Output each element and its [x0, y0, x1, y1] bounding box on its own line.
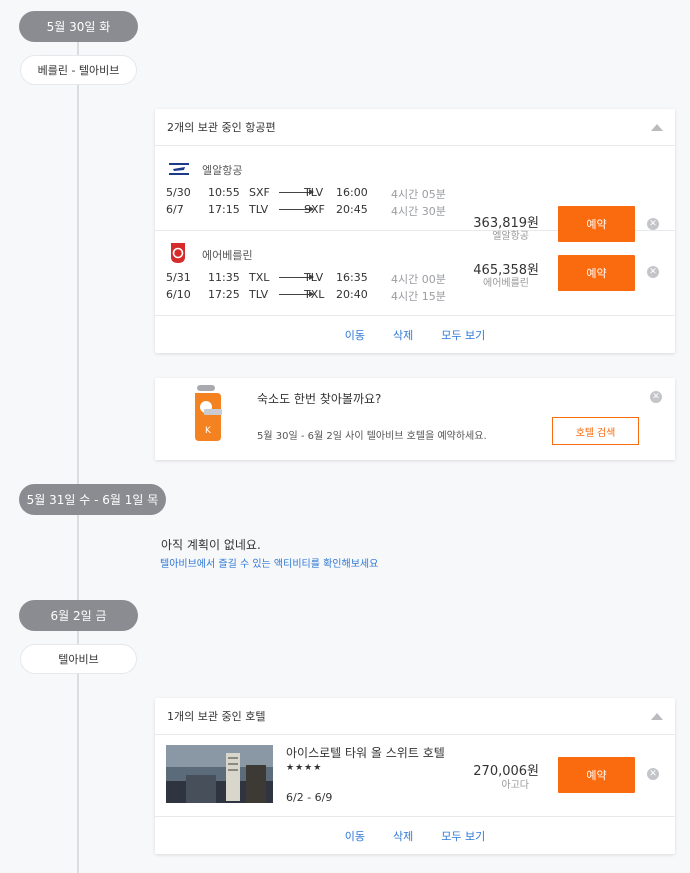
book-button[interactable]: 예약: [558, 255, 635, 291]
city-label: 텔아비브: [58, 653, 99, 666]
leg-arr-time: 16:00: [336, 186, 368, 199]
leg-date: 6/7: [166, 203, 184, 216]
airline-name: 에어베를린: [202, 249, 253, 262]
leg-date: 5/31: [166, 271, 191, 284]
saved-flights-header[interactable]: 2개의 보관 중인 항공편: [155, 109, 675, 146]
date-pill-jun2: 6월 2일 금: [19, 600, 138, 631]
date-label: 5월 31일 수 - 6월 1일 목: [26, 493, 159, 507]
leg-from: TLV: [249, 288, 269, 301]
city-pill: 텔아비브: [20, 644, 137, 674]
date-label: 5월 30일 화: [46, 20, 111, 34]
remove-close-icon[interactable]: ✕: [647, 218, 659, 230]
saved-flights-title: 2개의 보관 중인 항공편: [167, 121, 276, 134]
date-pill-may30: 5월 30일 화: [19, 11, 138, 42]
leg-dep-time: 17:25: [208, 288, 240, 301]
hotel-provider: 아고다: [501, 780, 529, 791]
hotel-search-button[interactable]: 호텔 검색: [552, 417, 639, 445]
flight-leg: 5/30 10:55 SXF TLV 16:00 4시간 05분: [166, 186, 456, 201]
leg-to: TLV: [304, 271, 324, 284]
flight-row: 엘알항공 5/30 10:55 SXF TLV 16:00 4시간 05분 6/…: [155, 146, 675, 242]
book-button[interactable]: 예약: [558, 757, 635, 793]
leg-to: TXL: [304, 288, 325, 301]
door-hanger-icon: K: [195, 385, 222, 441]
elal-logo-icon: [169, 163, 189, 175]
date-pill-may31: 5월 31일 수 - 6월 1일 목: [19, 484, 166, 515]
city-pill-route: 베를린 - 텔아비브: [20, 55, 137, 85]
promo-subtitle: 5월 30일 - 6월 2일 사이 텔아비브 호텔을 예약하세요.: [257, 431, 487, 442]
view-all-link[interactable]: 모두 보기: [441, 327, 485, 343]
hotel-dates: 6/2 - 6/9: [286, 791, 333, 804]
leg-arr-time: 20:45: [336, 203, 368, 216]
saved-flights-card: 2개의 보관 중인 항공편 엘알항공 5/30 10:55 SXF TLV 16…: [155, 109, 675, 353]
leg-duration: 4시간 00분: [391, 273, 446, 286]
leg-from: TLV: [249, 203, 269, 216]
timeline-line: [77, 40, 79, 873]
leg-duration: 4시간 15분: [391, 290, 446, 303]
hotel-row: 아이스로텔 타워 올 스위트 호텔 ★★★★ 6/2 - 6/9 270,006…: [155, 735, 675, 817]
flight-leg: 6/10 17:25 TLV TXL 20:40 4시간 15분: [166, 288, 456, 303]
airberlin-logo-icon: [171, 243, 185, 263]
flight-leg: 5/31 11:35 TXL TLV 16:35 4시간 00분: [166, 271, 456, 286]
card-actions: 이동 삭제 모두 보기: [155, 817, 675, 854]
dismiss-close-icon[interactable]: ✕: [650, 391, 662, 403]
move-link[interactable]: 이동: [345, 828, 365, 844]
hotel-name[interactable]: 아이스로텔 타워 올 스위트 호텔: [286, 744, 445, 761]
leg-from: SXF: [249, 186, 270, 199]
leg-date: 5/30: [166, 186, 191, 199]
flight-leg: 6/7 17:15 TLV SXF 20:45 4시간 30분: [166, 203, 456, 218]
date-label: 6월 2일 금: [50, 609, 107, 623]
leg-date: 6/10: [166, 288, 191, 301]
remove-close-icon[interactable]: ✕: [647, 768, 659, 780]
delete-link[interactable]: 삭제: [393, 327, 413, 343]
leg-duration: 4시간 05분: [391, 188, 446, 201]
saved-hotels-card: 1개의 보관 중인 호텔 아이스로텔 타워 올 스위트 호텔 ★★★★ 6/2 …: [155, 698, 675, 854]
leg-from: TXL: [249, 271, 270, 284]
card-actions: 이동 삭제 모두 보기: [155, 316, 675, 353]
airline-name: 엘알항공: [202, 164, 243, 177]
leg-duration: 4시간 30분: [391, 205, 446, 218]
delete-link[interactable]: 삭제: [393, 828, 413, 844]
collapse-caret-icon[interactable]: [651, 123, 663, 131]
saved-hotels-header[interactable]: 1개의 보관 중인 호텔: [155, 698, 675, 735]
promo-title: 숙소도 한번 찾아볼까요?: [257, 392, 382, 406]
move-link[interactable]: 이동: [345, 327, 365, 343]
leg-to: SXF: [304, 203, 325, 216]
leg-to: TLV: [304, 186, 324, 199]
leg-dep-time: 10:55: [208, 186, 240, 199]
hotel-promo-card: K 숙소도 한번 찾아볼까요? 5월 30일 - 6월 2일 사이 텔아비브 호…: [155, 378, 675, 460]
hotel-photo[interactable]: [166, 745, 273, 803]
flight-row: 에어베를린 5/31 11:35 TXL TLV 16:35 4시간 00분 6…: [155, 231, 675, 316]
activity-link[interactable]: 텔아비브에서 즐길 수 있는 액티비티를 확인해보세요: [160, 555, 378, 570]
leg-arr-time: 16:35: [336, 271, 368, 284]
flight-provider: 에어베를린: [483, 278, 529, 289]
saved-hotels-title: 1개의 보관 중인 호텔: [167, 710, 266, 723]
leg-dep-time: 17:15: [208, 203, 240, 216]
collapse-caret-icon[interactable]: [651, 712, 663, 720]
no-plan-text: 아직 계획이 없네요.: [161, 538, 261, 552]
city-label: 베를린 - 텔아비브: [37, 64, 120, 77]
view-all-link[interactable]: 모두 보기: [441, 828, 485, 844]
hotel-stars: ★★★★: [286, 763, 323, 773]
leg-dep-time: 11:35: [208, 271, 240, 284]
remove-close-icon[interactable]: ✕: [647, 266, 659, 278]
leg-arr-time: 20:40: [336, 288, 368, 301]
